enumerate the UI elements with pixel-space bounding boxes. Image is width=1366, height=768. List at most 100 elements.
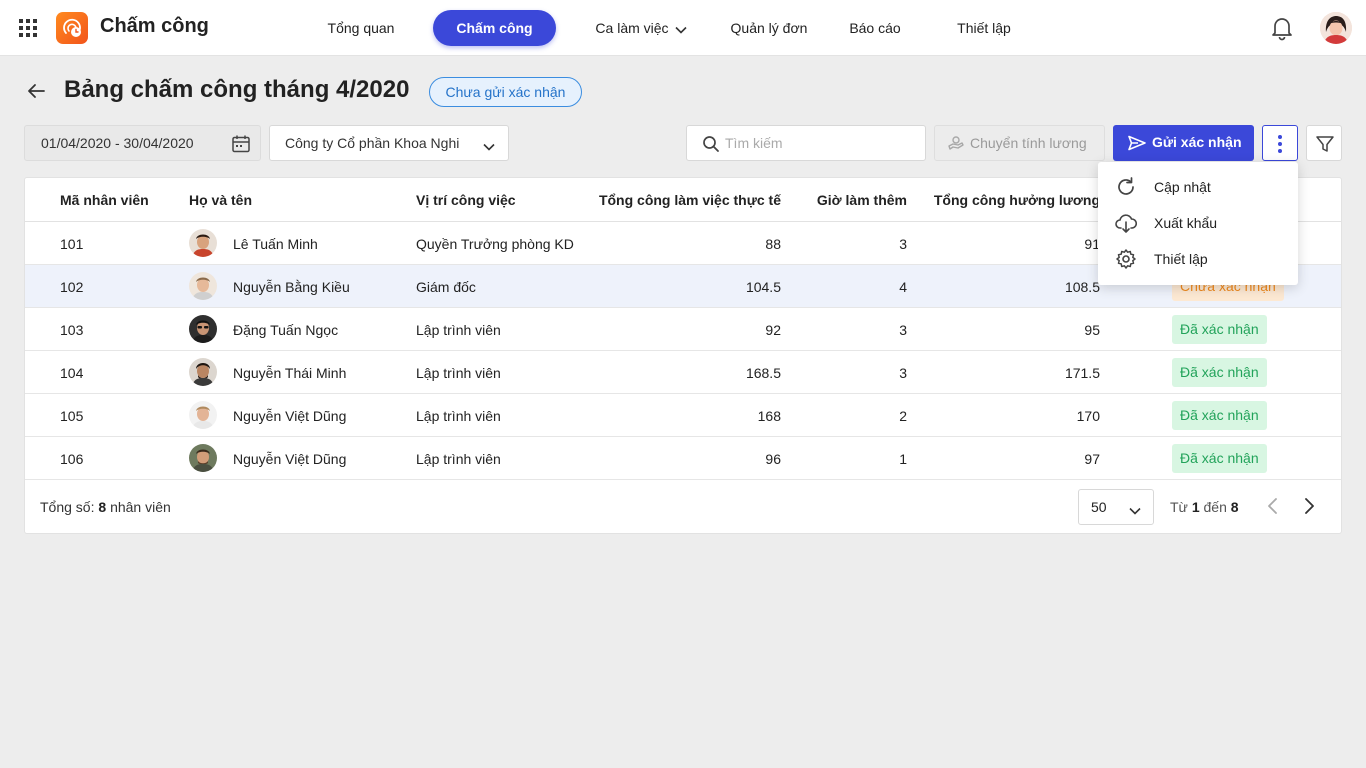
cell-actual-workdays: 88 [765, 236, 781, 252]
page-title: Bảng chấm công tháng 4/2020 [64, 76, 410, 103]
search-box[interactable] [686, 125, 926, 161]
more-options-icon[interactable] [1262, 125, 1298, 161]
cell-position: Lập trình viên [416, 451, 501, 467]
cloud-download-icon [1115, 212, 1138, 237]
cell-paid-workdays: 108.5 [1064, 279, 1100, 295]
range-to-label: đến [1203, 499, 1227, 515]
cell-overtime: 1 [899, 451, 907, 467]
nav-quan-ly-don[interactable]: Quản lý đơn [724, 10, 814, 46]
cell-full-name: Đặng Tuấn Ngọc [233, 322, 339, 338]
nav-bao-cao[interactable]: Báo cáo [842, 10, 908, 46]
company-select[interactable]: Công ty Cổ phần Khoa Nghi [269, 125, 509, 161]
employee-avatar [189, 229, 217, 257]
cell-position: Lập trình viên [416, 408, 501, 424]
chevron-down-icon [1129, 502, 1141, 518]
app-title: Chấm công [100, 15, 209, 37]
nav-tong-quan[interactable]: Tổng quan [318, 10, 404, 46]
date-range-value: 01/04/2020 - 30/04/2020 [41, 135, 194, 151]
nav-ca-lam-viec[interactable]: Ca làm việc [588, 10, 694, 46]
cell-position: Giám đốc [416, 279, 476, 295]
total-suffix: nhân viên [110, 499, 171, 515]
status-badge: Đã xác nhận [1172, 444, 1267, 473]
status-badge: Đã xác nhận [1172, 358, 1267, 387]
column-header-full-name[interactable]: Họ và tên [189, 192, 252, 208]
total-prefix: Tổng số: [40, 499, 95, 515]
date-range-picker[interactable]: 01/04/2020 - 30/04/2020 [24, 125, 261, 161]
cell-full-name: Nguyễn Việt Dũng [233, 451, 347, 467]
column-header-overtime[interactable]: Giờ làm thêm [817, 192, 907, 208]
cell-position: Lập trình viên [416, 322, 501, 338]
employee-avatar [189, 315, 217, 343]
range-from-label: Từ [1170, 499, 1188, 515]
cell-full-name: Nguyễn Bằng Kiều [233, 279, 350, 295]
cell-paid-workdays: 170 [1076, 408, 1100, 424]
search-icon [702, 135, 720, 156]
cell-actual-workdays: 96 [765, 451, 781, 467]
nav-thiet-lap[interactable]: Thiết lập [948, 10, 1020, 46]
more-options-menu: Cập nhật Xuất khẩu Thiết lập [1098, 162, 1298, 285]
nav-cham-cong[interactable]: Chấm công [433, 10, 556, 46]
coins-icon [947, 135, 965, 156]
refresh-icon [1115, 176, 1137, 201]
table-row[interactable]: 106 Nguyễn Việt Dũng Lập trình viên 96 1… [25, 437, 1341, 480]
cell-employee-id: 104 [60, 365, 84, 381]
cell-overtime: 2 [899, 408, 907, 424]
back-arrow-icon[interactable] [24, 79, 48, 103]
pagination-range: Từ 1 đến 8 [1170, 499, 1239, 515]
employee-avatar [189, 358, 217, 386]
send-confirmation-button[interactable]: Gửi xác nhận [1113, 125, 1254, 161]
calendar-icon [231, 134, 251, 157]
menu-item-update[interactable]: Cập nhật [1098, 169, 1298, 205]
cell-overtime: 3 [899, 236, 907, 252]
transfer-salary-button[interactable]: Chuyển tính lương [934, 125, 1105, 161]
cell-actual-workdays: 92 [765, 322, 781, 338]
table-row[interactable]: 105 Nguyễn Việt Dũng Lập trình viên 168 … [25, 394, 1341, 437]
cell-employee-id: 103 [60, 322, 84, 338]
top-bar: Chấm công Tổng quan Chấm công Ca làm việ… [0, 0, 1366, 56]
user-avatar[interactable] [1320, 12, 1352, 44]
status-badge: Đã xác nhận [1172, 315, 1267, 344]
cell-actual-workdays: 168.5 [745, 365, 781, 381]
range-from: 1 [1191, 499, 1200, 515]
search-input[interactable] [725, 133, 915, 153]
cell-employee-id: 101 [60, 236, 84, 252]
notification-bell-icon[interactable] [1269, 15, 1295, 41]
cell-overtime: 4 [899, 279, 907, 295]
column-header-paid-workdays[interactable]: Tổng công hưởng lương [934, 192, 1100, 208]
table-row[interactable]: 104 Nguyễn Thái Minh Lập trình viên 168.… [25, 351, 1341, 394]
employee-avatar [189, 401, 217, 429]
gear-icon [1115, 248, 1137, 273]
employee-avatar [189, 272, 217, 300]
column-header-employee-id[interactable]: Mã nhân viên [60, 192, 149, 208]
cell-employee-id: 105 [60, 408, 84, 424]
timesheet-status-badge: Chưa gửi xác nhận [429, 77, 582, 107]
employee-avatar [189, 444, 217, 472]
page-size-select[interactable]: 50 [1078, 489, 1154, 525]
chevron-right-icon[interactable] [1299, 495, 1319, 517]
total-count: Tổng số: 8 nhân viên [40, 499, 171, 515]
menu-item-export[interactable]: Xuất khẩu [1098, 205, 1298, 241]
menu-item-settings[interactable]: Thiết lập [1098, 241, 1298, 277]
nav-ca-lam-viec-label: Ca làm việc [595, 20, 669, 36]
filter-icon[interactable] [1306, 125, 1342, 161]
cell-paid-workdays: 171.5 [1064, 365, 1100, 381]
table-row[interactable]: 103 Đặng Tuấn Ngọc Lập trình viên 92 3 9… [25, 308, 1341, 351]
cell-paid-workdays: 95 [1084, 322, 1100, 338]
column-header-actual-workdays[interactable]: Tổng công làm việc thực tế [599, 192, 781, 208]
range-to: 8 [1230, 499, 1239, 515]
app-logo-icon [56, 12, 88, 44]
apps-grid-icon[interactable] [19, 19, 37, 37]
column-header-position[interactable]: Vị trí công việc [416, 192, 516, 208]
menu-item-export-label: Xuất khẩu [1154, 215, 1218, 231]
chevron-down-icon [483, 138, 495, 154]
status-badge: Đã xác nhận [1172, 401, 1267, 430]
cell-employee-id: 102 [60, 279, 84, 295]
cell-full-name: Nguyễn Việt Dũng [233, 408, 347, 424]
cell-actual-workdays: 168 [757, 408, 781, 424]
menu-item-update-label: Cập nhật [1154, 179, 1211, 195]
chevron-left-icon[interactable] [1263, 495, 1283, 517]
cell-full-name: Lê Tuấn Minh [233, 236, 318, 252]
cell-position: Quyền Trưởng phòng KD [416, 236, 574, 252]
send-icon [1128, 135, 1146, 154]
cell-employee-id: 106 [60, 451, 84, 467]
